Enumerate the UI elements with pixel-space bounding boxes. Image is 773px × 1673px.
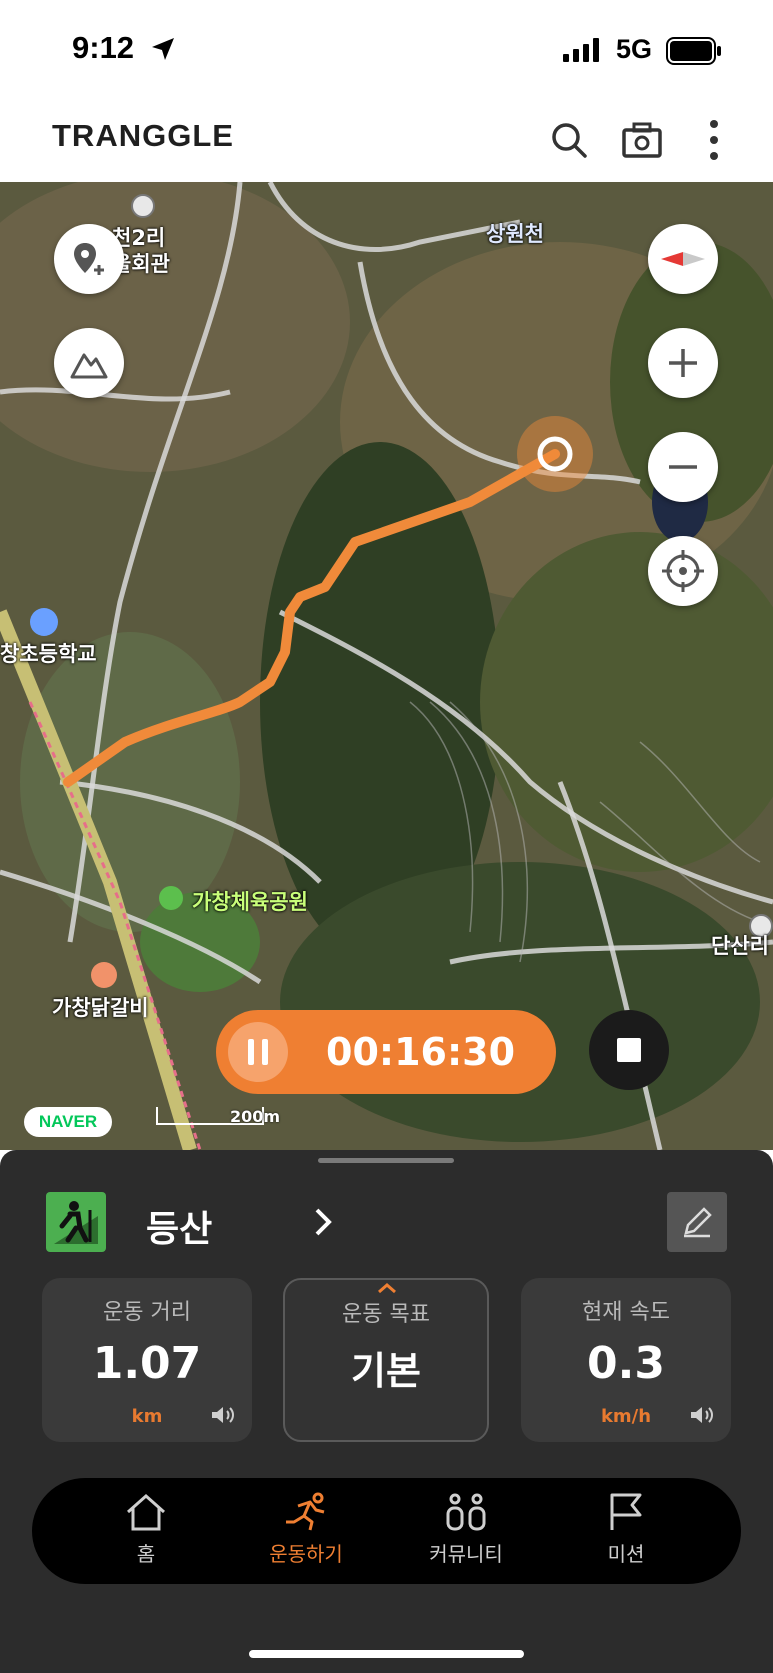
exercise-timer: 00:16:30 (216, 1010, 556, 1094)
nav-mission[interactable]: 미션 (556, 1492, 696, 1572)
speaker-icon[interactable] (689, 1404, 715, 1426)
nav-community[interactable]: 커뮤니티 (396, 1492, 536, 1572)
map-label: 창초등학교 (0, 642, 97, 666)
home-indicator[interactable] (249, 1650, 524, 1658)
network-type: 5G (616, 34, 653, 64)
distance-card: 운동 거리 1.07 km (42, 1278, 252, 1442)
status-time: 9:12 (72, 30, 135, 65)
map-view[interactable]: 천2리 을회관 상원천 창초등학교 가창체육공원 가창닭갈비 단산리 NAVER… (0, 182, 773, 1150)
running-icon (286, 1492, 325, 1531)
nav-community-label: 커뮤니티 (429, 1542, 503, 1566)
mountain-icon (70, 353, 108, 379)
stop-button[interactable] (589, 1010, 669, 1090)
compass-button[interactable] (648, 224, 718, 294)
chevron-up-icon (378, 1283, 396, 1294)
goal-label: 운동 목표 (342, 1302, 430, 1327)
elapsed-time: 00:16:30 (326, 1030, 516, 1074)
home-icon (127, 1493, 165, 1531)
bottom-nav: 홈 운동하기 커뮤니티 미션 (32, 1478, 741, 1584)
chevron-right-icon[interactable] (312, 1206, 336, 1238)
map-label: 가창체육공원 (192, 890, 308, 914)
map-label: 단산리 (711, 934, 769, 958)
edit-button[interactable] (667, 1192, 727, 1252)
map-label: 가창닭갈비 (52, 996, 149, 1020)
nav-home-label: 홈 (136, 1542, 156, 1566)
compass-icon (661, 252, 705, 266)
app-logo: TRANGGLE (52, 118, 234, 153)
mountain-button[interactable] (54, 328, 124, 398)
plus-icon (669, 349, 697, 377)
battery-icon (666, 37, 721, 65)
naver-attribution: NAVER (24, 1107, 112, 1137)
speed-value: 0.3 (587, 1338, 665, 1389)
flag-icon (610, 1493, 642, 1530)
map-label: 상원천 (486, 222, 544, 246)
goal-card[interactable]: 운동 목표 기본 (283, 1278, 489, 1442)
activity-name[interactable]: 등산 (146, 1200, 212, 1252)
speed-card: 현재 속도 0.3 km/h (521, 1278, 731, 1442)
nav-mission-label: 미션 (607, 1542, 645, 1566)
location-pin-add-icon (74, 243, 104, 275)
nav-home[interactable]: 홈 (76, 1492, 216, 1572)
zoom-in-button[interactable] (648, 328, 718, 398)
camera-icon[interactable] (620, 118, 664, 162)
signal-icon (563, 38, 599, 62)
nav-exercise[interactable]: 운동하기 (236, 1492, 376, 1572)
my-location-button[interactable] (648, 536, 718, 606)
goal-value: 기본 (351, 1349, 421, 1393)
speed-label: 현재 속도 (582, 1300, 670, 1325)
nav-exercise-label: 운동하기 (269, 1542, 343, 1566)
minus-icon (669, 465, 697, 469)
hiking-icon (46, 1192, 106, 1252)
exercise-panel: 등산 운동 거리 1.07 km 운동 목표 기본 현재 속도 0.3 km/h (0, 1150, 773, 1673)
map-scale-label: 200m (230, 1107, 281, 1126)
distance-label: 운동 거리 (103, 1300, 191, 1325)
zoom-out-button[interactable] (648, 432, 718, 502)
add-waypoint-button[interactable] (54, 224, 124, 294)
stop-icon (617, 1038, 641, 1062)
pencil-icon (684, 1207, 712, 1238)
search-icon[interactable] (547, 118, 591, 162)
app-header: TRANGGLE (0, 100, 773, 183)
community-icon (446, 1493, 486, 1531)
pause-icon (248, 1039, 254, 1065)
more-vertical-icon[interactable] (692, 118, 736, 162)
crosshair-icon (662, 550, 704, 592)
pause-button[interactable] (228, 1022, 288, 1082)
status-bar: 9:12 5G (0, 0, 773, 100)
speaker-icon[interactable] (210, 1404, 236, 1426)
distance-value: 1.07 (92, 1338, 202, 1389)
location-arrow-icon (152, 38, 174, 60)
drag-handle[interactable] (318, 1158, 454, 1163)
